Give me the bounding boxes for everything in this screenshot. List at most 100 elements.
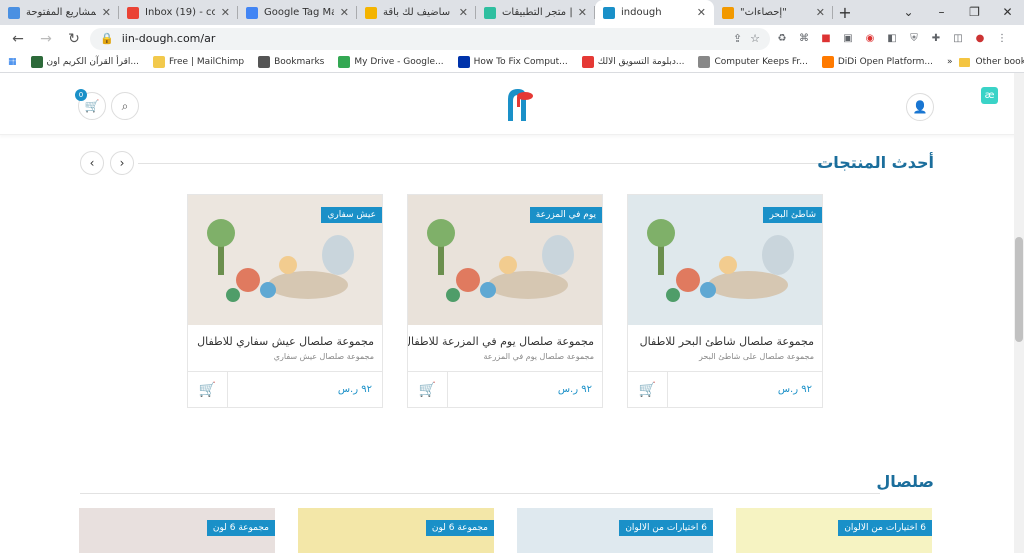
search-button[interactable]: ⌕ <box>111 92 139 120</box>
minimize-icon[interactable]: – <box>925 0 958 25</box>
product-price: ٩٢ ر.س <box>337 384 372 395</box>
category-tag: مجموعة 6 لون <box>425 520 494 536</box>
product-price: ٩٢ ر.س <box>777 384 812 395</box>
scrollbar-thumb[interactable] <box>1015 237 1023 342</box>
menu-icon[interactable]: ⋮ <box>994 31 1010 47</box>
more-bookmarks-button[interactable]: » <box>947 57 953 67</box>
close-tab-icon[interactable]: ✕ <box>340 6 349 19</box>
reload-icon[interactable]: ↻ <box>62 27 86 51</box>
close-icon[interactable]: ✕ <box>991 0 1024 25</box>
back-icon[interactable]: ← <box>6 27 30 51</box>
browser-tab[interactable]: المشاريع المفتوحة ✕ <box>0 0 119 25</box>
bookmark-item[interactable]: DiDi Open Platform... <box>821 56 934 68</box>
close-tab-icon[interactable]: ✕ <box>697 6 706 19</box>
cart-button[interactable]: 🛒 0 <box>75 89 106 120</box>
extension-icon[interactable]: ⌘ <box>796 31 812 47</box>
extension-icon[interactable]: ■ <box>818 31 834 47</box>
bookmark-item[interactable]: Free | MailChimp <box>152 56 245 68</box>
forward-icon[interactable]: → <box>34 27 58 51</box>
clay-product-card[interactable]: 6 اختيارات من الالوان <box>517 508 713 553</box>
shield-icon[interactable]: ⛨ <box>906 31 922 47</box>
carousel-next-button[interactable]: › <box>110 151 134 175</box>
omnibox[interactable]: 🔒 iin-dough.com/ar ⇪ ☆ <box>90 27 770 50</box>
account-button[interactable]: 👤 <box>906 93 934 121</box>
tab-title: Inbox (19) - copie <box>145 7 215 18</box>
tab-title: Google Tag Mana <box>264 7 334 18</box>
browser-tab[interactable]: indough ✕ <box>595 0 714 25</box>
latest-products-title: أحدث المنتجات <box>817 153 934 172</box>
category-tag: يوم في المزرعة <box>529 207 602 223</box>
carousel-prev-button[interactable]: ‹ <box>80 151 104 175</box>
extension-icon[interactable]: ◉ <box>862 31 878 47</box>
clay-product-card[interactable]: مجموعة 6 لون <box>298 508 494 553</box>
ae-extension-icon[interactable]: æ <box>981 87 998 104</box>
bookmark-item[interactable]: Computer Keeps Fr... <box>698 56 808 68</box>
product-card[interactable]: شاطئ البحر مجموعة صلصال شاطئ البحر للاطفا… <box>627 194 823 408</box>
add-to-cart-button[interactable]: 🛒 <box>188 372 228 407</box>
category-tag: 6 اختيارات من الالوان <box>619 520 713 536</box>
product-image[interactable]: يوم في المزرعة <box>408 195 602 325</box>
bookmark-label: Free | MailChimp <box>168 57 245 67</box>
favicon-icon <box>246 6 258 19</box>
other-bookmarks[interactable]: Other bookmarks <box>976 57 1024 67</box>
bookmark-favicon-icon <box>698 56 711 68</box>
page-content: 🛒 0 ⌕ 👤 æ ‹ › أحدث المنتجات شاطئ البحر مج… <box>0 73 1024 553</box>
site-logo[interactable] <box>504 87 536 123</box>
search-icon: ⌕ <box>121 98 129 113</box>
new-tab-button[interactable]: + <box>833 0 857 25</box>
cart-icon: 🛒 <box>638 381 657 398</box>
product-image[interactable]: شاطئ البحر <box>628 195 822 325</box>
bookmark-item[interactable]: How To Fix Comput... <box>457 56 568 68</box>
apps-icon[interactable]: ▦ <box>8 57 17 67</box>
bookmark-label: Computer Keeps Fr... <box>714 57 808 67</box>
extension-icon[interactable]: ▣ <box>840 31 856 47</box>
close-tab-icon[interactable]: ✕ <box>221 6 230 19</box>
bookmark-label: DiDi Open Platform... <box>837 57 934 67</box>
favicon-icon <box>603 6 615 19</box>
close-tab-icon[interactable]: ✕ <box>816 6 825 19</box>
restore-icon[interactable]: ❐ <box>958 0 991 25</box>
product-card[interactable]: عيش سفاري مجموعة صلصال عيش سفاري للاطفال م… <box>187 194 383 408</box>
bookmark-label: How To Fix Comput... <box>473 57 568 67</box>
browser-tab[interactable]: متجر التطبيقات | ✕ <box>476 0 595 25</box>
chevron-down-icon[interactable]: ⌄ <box>892 0 925 25</box>
share-icon[interactable]: ⇪ <box>733 32 742 45</box>
browser-tab[interactable]: Google Tag Mana ✕ <box>238 0 357 25</box>
bookmark-item[interactable]: اقرأ القرآن الكريم اون... <box>30 56 139 68</box>
profile-icon[interactable]: ● <box>972 31 988 47</box>
product-name[interactable]: مجموعة صلصال يوم في المزرعة للاطفال <box>408 325 602 348</box>
close-tab-icon[interactable]: ✕ <box>459 6 468 19</box>
recycle-icon[interactable]: ♻ <box>774 31 790 47</box>
product-footer: 🛒 ٩٢ ر.س <box>188 371 382 407</box>
add-to-cart-button[interactable]: 🛒 <box>628 372 668 407</box>
product-name[interactable]: مجموعة صلصال شاطئ البحر للاطفال <box>628 325 822 348</box>
bookmark-item[interactable]: My Drive - Google... <box>338 56 444 68</box>
close-tab-icon[interactable]: ✕ <box>578 6 587 19</box>
bookmark-item[interactable]: Bookmarks <box>258 56 324 68</box>
extension-icon[interactable]: ◧ <box>884 31 900 47</box>
page-scrollbar[interactable] <box>1014 73 1024 553</box>
tab-title: سأضيف لك باقة <box>383 7 451 18</box>
category-tag: عيش سفاري <box>321 207 382 223</box>
sidebar-icon[interactable]: ◫ <box>950 31 966 47</box>
tab-title: indough <box>621 7 662 18</box>
tab-strip: المشاريع المفتوحة✕Inbox (19) - copie✕Goo… <box>0 0 1024 25</box>
bookmark-item[interactable]: دبلومة التسويق الالك... <box>581 56 684 68</box>
bookmark-favicon-icon <box>30 56 43 68</box>
add-to-cart-button[interactable]: 🛒 <box>408 372 448 407</box>
cart-icon: 🛒 <box>198 381 217 398</box>
puzzle-icon[interactable]: ✚ <box>928 31 944 47</box>
product-image[interactable]: عيش سفاري <box>188 195 382 325</box>
browser-tab[interactable]: "إحصاءات" ✕ <box>714 0 833 25</box>
star-icon[interactable]: ☆ <box>750 32 760 45</box>
category-tag: 6 اختيارات من الالوان <box>838 520 932 536</box>
browser-tab[interactable]: سأضيف لك باقة ✕ <box>357 0 476 25</box>
clay-product-card[interactable]: 6 اختيارات من الالوان <box>736 508 932 553</box>
product-name[interactable]: مجموعة صلصال عيش سفاري للاطفال <box>188 325 382 348</box>
clay-product-card[interactable]: مجموعة 6 لون <box>79 508 275 553</box>
category-tag: مجموعة 6 لون <box>206 520 275 536</box>
browser-tab[interactable]: Inbox (19) - copie ✕ <box>119 0 238 25</box>
url-text[interactable]: iin-dough.com/ar <box>122 32 725 45</box>
close-tab-icon[interactable]: ✕ <box>102 6 111 19</box>
product-card[interactable]: يوم في المزرعة مجموعة صلصال يوم في المزرع… <box>407 194 603 408</box>
